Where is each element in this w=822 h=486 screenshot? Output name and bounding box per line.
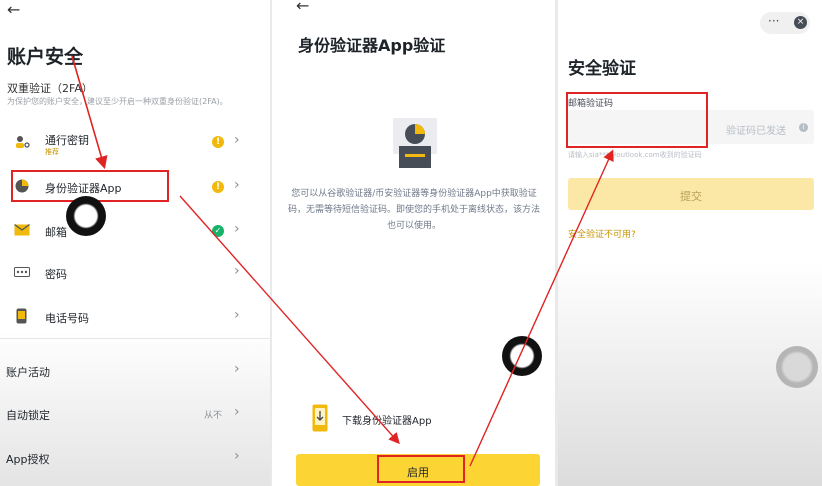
- annotation-arrows: [71, 55, 614, 467]
- annotation-arrow-2: [179, 195, 400, 445]
- annotation-arrow-1: [71, 55, 108, 170]
- annotation-arrow-3: [469, 149, 614, 467]
